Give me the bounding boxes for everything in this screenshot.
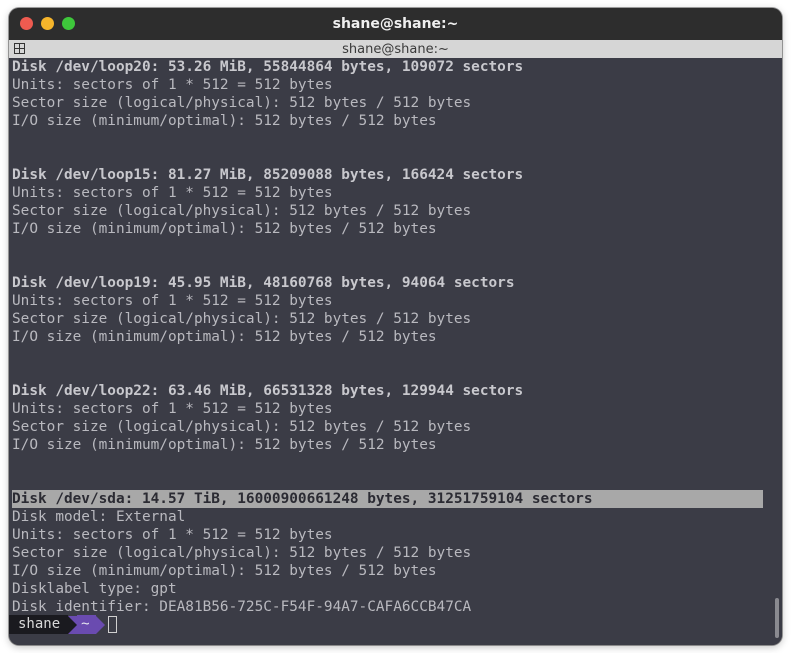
output-line: Units: sectors of 1 * 512 = 512 bytes	[12, 527, 333, 543]
text-cursor[interactable]	[107, 616, 117, 633]
output-line: Sector size (logical/physical): 512 byte…	[12, 545, 472, 561]
output-line: Units: sectors of 1 * 512 = 512 bytes	[12, 293, 333, 309]
output-lines: Disk /dev/loop20: 53.26 MiB, 55844864 by…	[12, 58, 763, 616]
highlighted-line: Disk /dev/sda: 14.57 TiB, 16000900661248…	[12, 490, 763, 508]
output-line: Units: sectors of 1 * 512 = 512 bytes	[12, 77, 333, 93]
output-line: Units: sectors of 1 * 512 = 512 bytes	[12, 185, 333, 201]
output-line: Sector size (logical/physical): 512 byte…	[12, 203, 472, 219]
output-line: Disk identifier: DEA81B56-725C-F54F-94A7…	[12, 599, 472, 615]
scrollbar[interactable]	[775, 598, 779, 638]
window-controls	[20, 17, 75, 30]
prompt-separator-icon	[68, 615, 78, 634]
window-title: shane@shane:~	[332, 16, 459, 32]
minimize-icon[interactable]	[41, 17, 54, 30]
output-line: Disk /dev/loop19: 45.95 MiB, 48160768 by…	[12, 275, 515, 291]
shell-prompt: shane ~	[9, 615, 117, 634]
output-line: I/O size (minimum/optimal): 512 bytes / …	[12, 221, 437, 237]
output-line: Sector size (logical/physical): 512 byte…	[12, 419, 472, 435]
terminal-output[interactable]: Disk /dev/loop20: 53.26 MiB, 55844864 by…	[9, 58, 782, 645]
terminal-tab-icon[interactable]	[14, 43, 25, 54]
output-line: I/O size (minimum/optimal): 512 bytes / …	[12, 113, 437, 129]
output-line: I/O size (minimum/optimal): 512 bytes / …	[12, 437, 437, 453]
output-line: Sector size (logical/physical): 512 byte…	[12, 95, 472, 111]
prompt-end-icon	[95, 615, 105, 634]
tab-bar: shane@shane:~	[9, 40, 782, 58]
prompt-directory: ~	[77, 615, 96, 634]
output-line: Sector size (logical/physical): 512 byte…	[12, 311, 472, 327]
output-line: Disk /dev/loop15: 81.27 MiB, 85209088 by…	[12, 167, 524, 183]
title-bar[interactable]: shane@shane:~	[9, 8, 782, 40]
output-line: I/O size (minimum/optimal): 512 bytes / …	[12, 329, 437, 345]
maximize-icon[interactable]	[62, 17, 75, 30]
output-line: Units: sectors of 1 * 512 = 512 bytes	[12, 401, 333, 417]
output-line: Disk /dev/loop20: 53.26 MiB, 55844864 by…	[12, 59, 524, 75]
terminal-window: shane@shane:~ shane@shane:~ Disk /dev/lo…	[9, 8, 782, 645]
prompt-user: shane	[9, 615, 69, 634]
output-line: I/O size (minimum/optimal): 512 bytes / …	[12, 563, 437, 579]
output-line: Disklabel type: gpt	[12, 581, 177, 597]
output-line: Disk /dev/loop22: 63.46 MiB, 66531328 by…	[12, 383, 524, 399]
close-icon[interactable]	[20, 17, 33, 30]
tab-title[interactable]: shane@shane:~	[342, 42, 449, 57]
output-line: Disk model: External	[12, 509, 186, 525]
